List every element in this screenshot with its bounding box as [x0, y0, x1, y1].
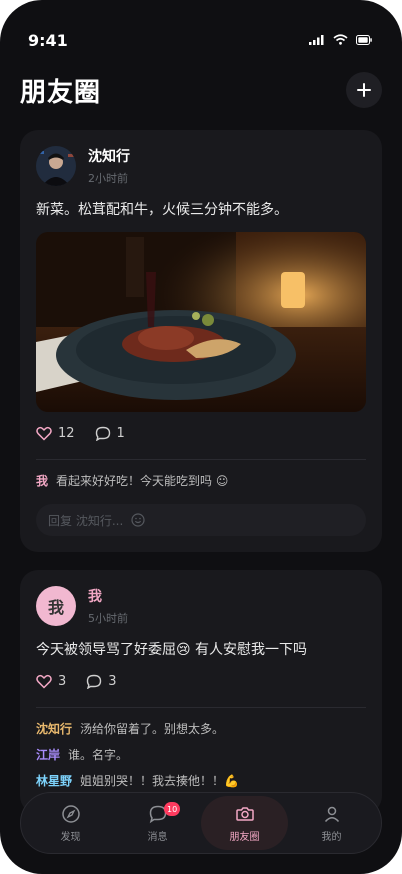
- moments-feed: 沈知行 2小时前 新菜。松茸配和牛，火候三分钟不能多。 12 1 我 看起来好好…: [20, 130, 382, 832]
- post-header: 沈知行 2小时前: [36, 146, 366, 186]
- post-card: 我 我 5小时前 今天被领导骂了好委屈😢 有人安慰我一下吗 3 3 沈知行 汤给…: [20, 570, 382, 814]
- comment-item[interactable]: 沈知行 汤给你留着了。别想太多。: [36, 720, 366, 738]
- plus-icon: [357, 83, 371, 97]
- emoji-icon[interactable]: [131, 513, 145, 527]
- comment-text: 看起来好好吃！今天能吃到吗 ☺: [56, 474, 229, 488]
- post-time: 5小时前: [88, 612, 128, 625]
- post-text: 今天被领导骂了好委屈😢 有人安慰我一下吗: [36, 642, 308, 658]
- wifi-icon: [333, 34, 348, 45]
- status-bar: 9:41: [0, 0, 402, 54]
- post-photo[interactable]: [36, 232, 366, 412]
- comment-text: 汤给你留着了。别想太多。: [80, 722, 225, 736]
- post-author[interactable]: 我: [88, 586, 128, 606]
- tab-me[interactable]: 我的: [288, 796, 375, 850]
- tab-label: 消息: [147, 831, 168, 843]
- like-button[interactable]: 3: [36, 674, 66, 689]
- post-actions: 3 3: [36, 674, 366, 689]
- comment-item[interactable]: 我看起来好好吃！今天能吃到吗 ☺: [36, 472, 366, 490]
- comment-author[interactable]: 江岸: [36, 748, 60, 762]
- like-count: 3: [58, 674, 67, 689]
- post-time: 2小时前: [88, 172, 128, 185]
- camera-icon: [235, 806, 254, 821]
- tab-discover[interactable]: 发现: [27, 796, 114, 850]
- comment-text: 姐姐别哭！！我去揍他！！💪: [80, 774, 239, 788]
- battery-icon: [356, 34, 372, 45]
- post-text: 新菜。松茸配和牛，火候三分钟不能多。: [36, 202, 288, 218]
- comment-author[interactable]: 沈知行: [36, 722, 72, 736]
- avatar[interactable]: [36, 146, 76, 186]
- tab-label: 朋友圈: [229, 831, 260, 843]
- unread-badge: 10: [164, 802, 181, 816]
- comment-button[interactable]: 1: [95, 426, 125, 441]
- comment-icon: [95, 426, 110, 441]
- comment-count: 3: [108, 674, 117, 689]
- reply-placeholder: 回复 沈知行...: [48, 513, 124, 528]
- bottom-tab-bar: 发现 10 消息 朋友圈 我的: [20, 792, 382, 854]
- status-time: 9:41: [28, 31, 68, 50]
- comment-icon: [87, 674, 102, 689]
- heart-icon: [36, 674, 52, 689]
- add-post-button[interactable]: [346, 72, 382, 108]
- signal-icon: [309, 35, 324, 45]
- comment-count: 1: [116, 426, 125, 441]
- tab-messages[interactable]: 10 消息: [114, 796, 201, 850]
- tab-label: 发现: [60, 831, 81, 843]
- comment-button[interactable]: 3: [86, 674, 117, 689]
- avatar[interactable]: 我: [36, 586, 76, 626]
- tab-moments[interactable]: 朋友圈: [201, 796, 288, 850]
- post-actions: 12 1: [36, 426, 366, 441]
- person-icon: [324, 806, 339, 822]
- phone-screen: 9:41 朋友圈 沈知行 2小时前 新菜。松茸配和牛，火候三分钟不能多。 12 …: [0, 0, 402, 874]
- comment-item[interactable]: 江岸 谁。名字。: [36, 746, 366, 764]
- comment-author[interactable]: 林星野: [36, 774, 72, 788]
- post-card: 沈知行 2小时前 新菜。松茸配和牛，火候三分钟不能多。 12 1 我 看起来好好…: [20, 130, 382, 552]
- status-icons: [309, 34, 372, 45]
- compass-icon: [61, 804, 80, 823]
- divider: [36, 707, 366, 708]
- reply-input[interactable]: 回复 沈知行...: [36, 504, 366, 536]
- post-author[interactable]: 沈知行: [88, 146, 130, 166]
- post-header: 我 我 5小时前: [36, 586, 366, 626]
- tab-label: 我的: [321, 831, 342, 843]
- divider: [36, 459, 366, 460]
- like-count: 12: [58, 426, 75, 441]
- comment-author[interactable]: 我: [36, 474, 48, 488]
- page-title: 朋友圈: [20, 78, 102, 108]
- like-button[interactable]: 12: [36, 426, 75, 441]
- heart-icon: [36, 426, 52, 441]
- comment-text: 谁。名字。: [68, 748, 129, 762]
- comment-item[interactable]: 林星野 姐姐别哭！！我去揍他！！💪: [36, 772, 366, 790]
